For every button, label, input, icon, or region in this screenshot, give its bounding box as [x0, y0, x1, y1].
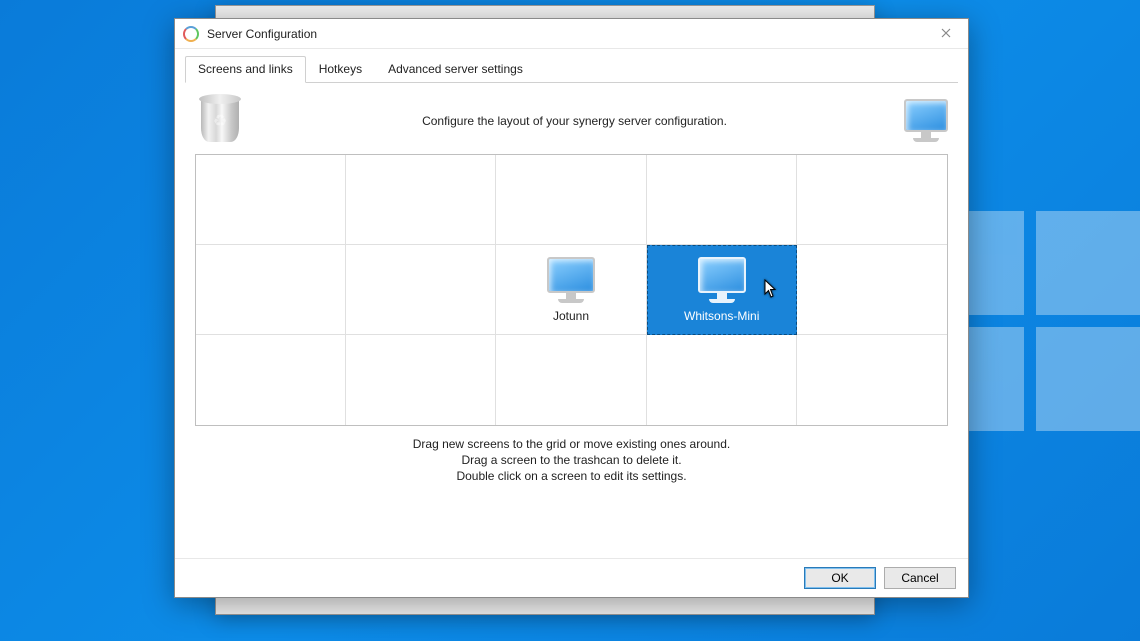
top-strip: Configure the layout of your synergy ser…: [185, 83, 958, 154]
tab-hotkeys[interactable]: Hotkeys: [306, 56, 375, 83]
cancel-button[interactable]: Cancel: [884, 567, 956, 589]
screen-layout-grid[interactable]: Jotunn Whitsons-Mini: [195, 154, 948, 426]
grid-cell-jotunn[interactable]: Jotunn: [496, 245, 646, 335]
grid-cell[interactable]: [196, 335, 346, 425]
close-icon: [941, 28, 951, 38]
cursor-arrow-icon: [764, 279, 778, 302]
ok-button[interactable]: OK: [804, 567, 876, 589]
window-title: Server Configuration: [207, 27, 317, 41]
grid-cell[interactable]: [196, 245, 346, 335]
server-configuration-dialog: Server Configuration Screens and links H…: [174, 18, 969, 598]
titlebar[interactable]: Server Configuration: [175, 19, 968, 49]
help-line-1: Drag new screens to the grid or move exi…: [185, 436, 958, 452]
screen-label: Jotunn: [553, 309, 589, 323]
grid-cell[interactable]: [496, 155, 646, 245]
trashcan-icon[interactable]: [195, 93, 245, 148]
grid-cell[interactable]: [797, 245, 947, 335]
screens-panel: Configure the layout of your synergy ser…: [185, 83, 958, 558]
grid-cell[interactable]: [496, 335, 646, 425]
grid-cell-whitsons-mini[interactable]: Whitsons-Mini: [647, 245, 797, 335]
grid-cell[interactable]: [797, 335, 947, 425]
help-text: Drag new screens to the grid or move exi…: [185, 426, 958, 485]
tab-advanced-server-settings[interactable]: Advanced server settings: [375, 56, 536, 83]
grid-cell[interactable]: [797, 155, 947, 245]
grid-cell[interactable]: [647, 335, 797, 425]
top-instruction: Configure the layout of your synergy ser…: [245, 114, 904, 128]
help-line-2: Drag a screen to the trashcan to delete …: [185, 452, 958, 468]
grid-cell[interactable]: [346, 245, 496, 335]
grid-cell[interactable]: [647, 155, 797, 245]
new-screen-source[interactable]: [904, 99, 948, 142]
tabs: Screens and links Hotkeys Advanced serve…: [185, 55, 958, 83]
monitor-icon: [698, 257, 746, 303]
grid-cell[interactable]: [196, 155, 346, 245]
button-bar: OK Cancel: [175, 558, 968, 597]
grid-cell[interactable]: [346, 335, 496, 425]
tab-screens-and-links[interactable]: Screens and links: [185, 56, 306, 83]
close-button[interactable]: [923, 19, 968, 47]
app-icon: [183, 26, 199, 42]
screen-label: Whitsons-Mini: [684, 309, 759, 323]
monitor-icon: [547, 257, 595, 303]
help-line-3: Double click on a screen to edit its set…: [185, 468, 958, 484]
grid-cell[interactable]: [346, 155, 496, 245]
